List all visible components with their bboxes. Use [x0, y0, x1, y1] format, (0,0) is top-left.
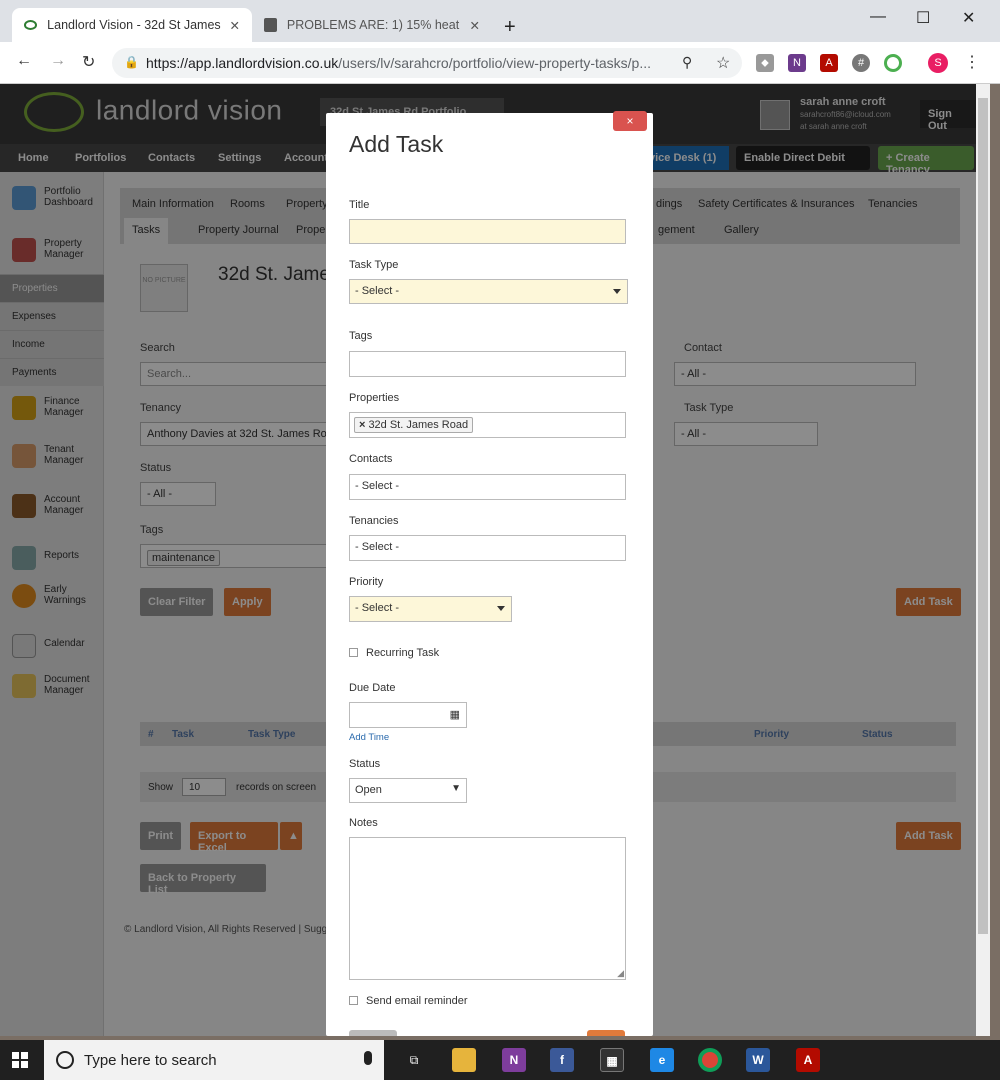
tag-extension-icon[interactable]: ⬥: [756, 54, 774, 72]
properties-input[interactable]: × 32d St. James Road: [349, 412, 626, 438]
ring-extension-icon[interactable]: [884, 54, 902, 72]
tenancies-select[interactable]: - Select -: [349, 535, 626, 561]
browser-menu-icon[interactable]: ⋮: [964, 52, 980, 72]
cancel-button[interactable]: [349, 1030, 397, 1036]
onenote-app-icon[interactable]: N: [502, 1048, 526, 1072]
close-tab-icon[interactable]: ✕: [470, 18, 480, 33]
zoom-icon[interactable]: ⚲: [682, 54, 692, 71]
back-icon[interactable]: ←: [16, 52, 32, 70]
maximize-icon[interactable]: ☐: [916, 8, 930, 28]
url-input[interactable]: 🔒 https://app.landlordvision.co.uk/users…: [112, 48, 742, 78]
taskbar-search[interactable]: Type here to search: [44, 1040, 384, 1080]
eye-favicon-icon: [24, 20, 38, 30]
title-input[interactable]: [349, 219, 626, 244]
calendar-app-icon[interactable]: ▦: [600, 1048, 624, 1072]
close-tab-icon[interactable]: ✕: [230, 18, 240, 33]
triangle-down-icon: ▼: [451, 783, 461, 794]
task-type-value: - Select -: [355, 285, 400, 297]
hash-extension-icon[interactable]: #: [852, 54, 870, 72]
status-select[interactable]: Open ▼: [349, 778, 467, 803]
microphone-icon[interactable]: [364, 1051, 372, 1065]
pdf-extension-icon[interactable]: A: [820, 54, 838, 72]
priority-select[interactable]: - Select -: [349, 596, 512, 622]
status-label: Status: [349, 758, 381, 770]
task-type-label: Task Type: [349, 259, 399, 271]
word-app-icon[interactable]: W: [746, 1048, 770, 1072]
due-date-input[interactable]: ▦: [349, 702, 467, 728]
file-explorer-icon[interactable]: [452, 1048, 476, 1072]
tenancies-label: Tenancies: [349, 515, 399, 527]
page-scrollbar[interactable]: [976, 84, 990, 1036]
title-label: Title: [349, 199, 370, 211]
address-bar: ← → ↻ 🔒 https://app.landlordvision.co.uk…: [0, 42, 1000, 84]
browser-chrome: Landlord Vision - 32d St James R ✕ PROBL…: [0, 0, 1000, 84]
board-favicon-icon: [264, 18, 277, 32]
edge-app-icon[interactable]: e: [650, 1048, 674, 1072]
tags-label: Tags: [349, 330, 373, 342]
remove-chip-icon[interactable]: ×: [359, 419, 365, 431]
acrobat-app-icon[interactable]: A: [796, 1048, 820, 1072]
add-task-modal: Add Task Title Task Type - Select - Tags…: [326, 113, 653, 1036]
cortana-circle-icon: [56, 1051, 74, 1069]
browser-tab[interactable]: PROBLEMS ARE: 1) 15% heat loss ✕: [252, 8, 492, 42]
scrollbar-thumb[interactable]: [978, 98, 988, 934]
properties-label: Properties: [349, 392, 400, 404]
chevron-down-icon: [613, 289, 621, 294]
onenote-extension-icon[interactable]: N: [788, 54, 806, 72]
chevron-down-icon: [497, 606, 505, 611]
close-modal-button[interactable]: ×: [613, 111, 647, 131]
save-button[interactable]: [587, 1030, 625, 1036]
calendar-icon[interactable]: ▦: [450, 708, 460, 721]
tags-input[interactable]: [349, 351, 626, 377]
taskbar-search-placeholder: Type here to search: [84, 1051, 217, 1069]
minimize-icon[interactable]: —: [870, 8, 886, 26]
bookmark-star-icon[interactable]: ☆: [716, 53, 730, 73]
resize-handle-icon[interactable]: ◢: [617, 968, 624, 979]
tab-title: PROBLEMS ARE: 1) 15% heat loss: [286, 18, 462, 32]
facebook-app-icon[interactable]: f: [550, 1048, 574, 1072]
task-type-select[interactable]: - Select -: [349, 279, 628, 304]
due-date-label: Due Date: [349, 682, 396, 694]
property-chip[interactable]: × 32d St. James Road: [354, 417, 474, 433]
contacts-label: Contacts: [349, 453, 393, 465]
windows-taskbar: Type here to search ⧉ N f ▦ e W A: [0, 1040, 1000, 1080]
recurring-task-label: Recurring Task: [366, 647, 440, 659]
add-time-link[interactable]: Add Time: [349, 732, 389, 743]
close-window-icon[interactable]: ✕: [962, 8, 975, 28]
url-host: https://app.landlordvision.co.uk: [146, 55, 339, 71]
recurring-task-checkbox[interactable]: [349, 648, 358, 657]
reload-icon[interactable]: ↻: [82, 52, 95, 72]
chrome-app-icon[interactable]: [698, 1048, 722, 1072]
notes-label: Notes: [349, 817, 378, 829]
property-chip-label: 32d St. James Road: [368, 419, 469, 431]
lock-icon: 🔒: [124, 55, 139, 69]
priority-label: Priority: [349, 576, 384, 588]
tab-title: Landlord Vision - 32d St James R: [47, 18, 222, 32]
profile-avatar[interactable]: S: [928, 53, 948, 73]
windows-start-icon[interactable]: [12, 1052, 28, 1068]
contacts-select[interactable]: - Select -: [349, 474, 626, 500]
send-email-reminder-checkbox[interactable]: [349, 996, 358, 1005]
notes-textarea[interactable]: ◢: [349, 837, 626, 980]
priority-value: - Select -: [355, 602, 400, 614]
send-email-reminder-label: Send email reminder: [366, 995, 468, 1007]
status-value: Open: [355, 784, 382, 796]
task-view-icon[interactable]: ⧉: [402, 1048, 426, 1072]
new-tab-button[interactable]: +: [504, 16, 516, 39]
url-path: /users/lv/sarahcro/portfolio/view-proper…: [338, 55, 652, 71]
modal-title: Add Task: [349, 131, 444, 157]
browser-tab-active[interactable]: Landlord Vision - 32d St James R ✕: [12, 8, 252, 42]
forward-icon[interactable]: →: [50, 52, 66, 70]
